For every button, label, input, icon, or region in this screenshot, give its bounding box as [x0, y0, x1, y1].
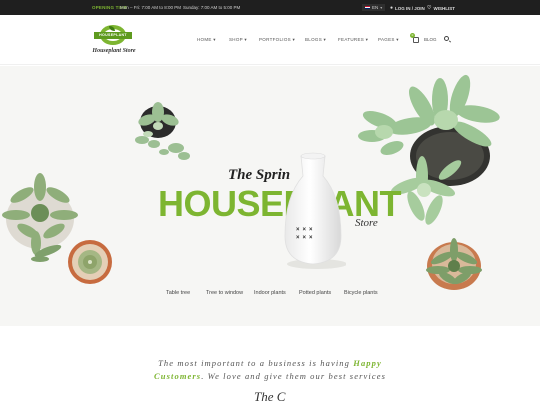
wishlist-link[interactable]: ♡ WISHLIST: [427, 5, 455, 11]
wishlist-label: WISHLIST: [433, 5, 455, 11]
site-logo[interactable]: HOUSEPLANT Houseplant Store: [92, 25, 136, 59]
heart-icon: ♡: [427, 5, 432, 11]
top-bar: OPENING TIME Mon – Fri: 7:00 AM to 8:00 …: [0, 0, 540, 15]
nav-features[interactable]: FEATURES ▾: [338, 37, 368, 43]
user-icon: ●: [390, 5, 394, 11]
cactus-pot-image: [68, 240, 112, 284]
login-link[interactable]: ● LOG IN / JOIN: [390, 5, 425, 11]
blog-link[interactable]: BLOG: [424, 37, 437, 42]
quote-part1: The most important to a business is havi…: [158, 358, 350, 368]
hero-title-line3: Store: [355, 217, 378, 229]
signature: The C: [254, 389, 286, 404]
login-label: LOG IN / JOIN: [395, 5, 425, 11]
hero-link-potted-plants[interactable]: Potted plants: [299, 290, 331, 296]
bag-shape: [413, 37, 419, 43]
quote-section: The most important to a business is havi…: [0, 357, 540, 383]
succulent-small-image: [135, 102, 190, 160]
vase-pattern: ××× ×××: [296, 227, 316, 241]
quote-highlight-happy: Happy: [353, 358, 382, 368]
quote-part2: . We love and give them our best service…: [201, 371, 386, 381]
logo-ribbon: HOUSEPLANT: [94, 32, 132, 39]
hero-banner: The Sprin HOUSEPLANT ××× ××× Store Table …: [0, 66, 540, 326]
hero-link-bicycle-plants[interactable]: Bicycle plants: [344, 290, 378, 296]
hero-link-indoor-plants[interactable]: Indoor plants: [254, 290, 286, 296]
hero-category-links: Table tree Tree to window Indoor plants …: [0, 290, 540, 300]
site-header: HOUSEPLANT Houseplant Store HOME ▾ SHOP …: [0, 15, 540, 65]
cart-count: 0: [410, 33, 415, 38]
quote-highlight-customers: Customers: [154, 371, 202, 381]
cart-icon[interactable]: 0: [410, 33, 419, 43]
search-icon[interactable]: [444, 36, 449, 41]
logo-text: Houseplant Store: [92, 48, 136, 54]
chevron-down-icon: ▾: [380, 5, 383, 10]
succulent-pot-small-image: [426, 238, 482, 290]
hero-link-table-tree[interactable]: Table tree: [166, 290, 190, 296]
hero-link-tree-to-window[interactable]: Tree to window: [206, 290, 243, 296]
weekend-hours: Sunday: 7:00 AM to 5:00 PM: [183, 5, 241, 10]
weekday-hours: Mon – Fri: 7:00 AM to 8:00 PM: [120, 5, 182, 10]
language-selector[interactable]: EN ▾: [362, 4, 386, 11]
vase-image: [284, 152, 346, 269]
nav-portfolios[interactable]: PORTFOLIOS ▾: [259, 37, 295, 43]
uk-flag-icon: [365, 5, 370, 10]
nav-home[interactable]: HOME ▾: [197, 37, 216, 43]
language-label: EN: [372, 5, 379, 10]
nav-pages[interactable]: PAGES ▾: [378, 37, 399, 43]
nav-blogs[interactable]: BLOGS ▾: [305, 37, 326, 43]
nav-shop[interactable]: SHOP ▾: [229, 37, 247, 43]
